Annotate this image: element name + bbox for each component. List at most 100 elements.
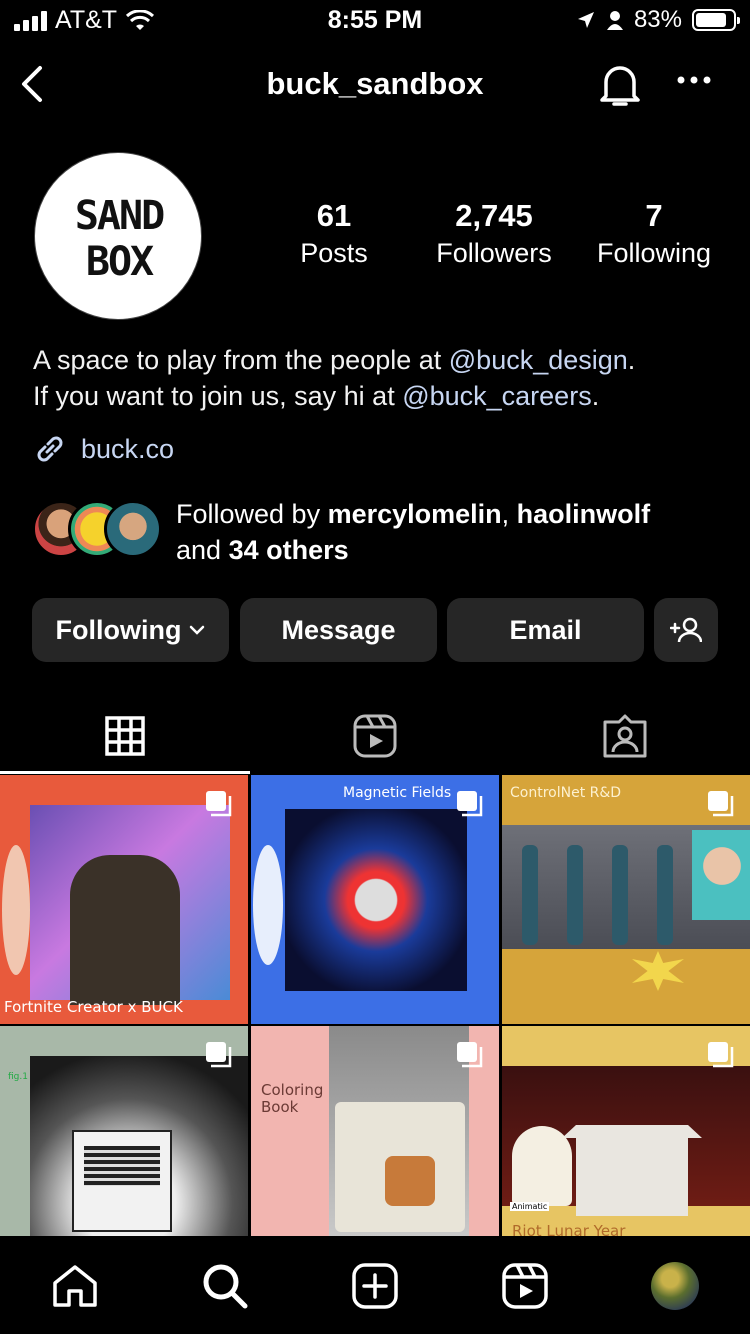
post-thumbnail[interactable]: ControlNet R&D — [502, 775, 750, 1024]
posts-label: Posts — [300, 238, 368, 268]
mutual-user: haolinwolf — [516, 499, 651, 529]
bio-text: If you want to join us, say hi at — [33, 381, 403, 411]
device-box — [72, 1130, 172, 1232]
nav-search[interactable] — [199, 1260, 251, 1312]
followers-value: 2,745 — [455, 198, 533, 233]
tagged-icon — [603, 714, 647, 758]
character-figure — [385, 1156, 435, 1206]
sandbox-logo: SAND BOX — [75, 193, 166, 285]
mutual-and: and — [176, 535, 229, 565]
post-image — [285, 809, 467, 991]
mutual-avatars — [32, 500, 162, 560]
profile-tabs — [0, 700, 750, 772]
posts-grid: Fortnite Creator x BUCK Magnetic Fields … — [0, 775, 750, 1237]
carousel-icon — [708, 1042, 734, 1068]
fig-oval — [253, 845, 283, 965]
mutual-line-2: and 34 others — [176, 532, 650, 568]
mutual-sep: , — [501, 499, 517, 529]
notifications-button[interactable] — [598, 62, 642, 113]
nav-reels[interactable] — [499, 1260, 551, 1312]
reels-icon — [353, 714, 397, 758]
nav-profile[interactable] — [649, 1260, 701, 1312]
bio-text: . — [627, 345, 636, 375]
website-link[interactable]: buck.co — [33, 432, 174, 466]
tab-indicator — [0, 771, 250, 774]
bell-icon — [600, 66, 640, 106]
location-icon — [577, 12, 594, 28]
more-icon — [677, 76, 711, 84]
reels-icon — [502, 1263, 548, 1309]
bio-text: . — [591, 381, 600, 411]
fig-label: Animatic — [510, 1202, 550, 1211]
plus-square-icon — [352, 1263, 398, 1309]
email-button-label: Email — [509, 614, 582, 645]
message-button[interactable]: Message — [240, 598, 437, 662]
bio-text: A space to play from the people at — [33, 345, 449, 375]
mutual-prefix: Followed by — [176, 499, 328, 529]
post-thumbnail[interactable]: Animatic Riot Lunar Year — [502, 1026, 750, 1237]
mutual-others: 34 others — [228, 535, 349, 565]
bottom-nav — [0, 1236, 750, 1334]
website-text: buck.co — [81, 433, 175, 464]
post-thumbnail[interactable]: Magnetic Fields — [251, 775, 499, 1024]
carousel-icon — [206, 1042, 232, 1068]
posts-count[interactable]: 61 Posts — [254, 198, 414, 269]
svg-text:SANDBOX: SAND BOX — [75, 193, 164, 285]
post-thumbnail[interactable]: fig.1 — [0, 1026, 248, 1237]
avatar — [651, 1262, 699, 1310]
following-value: 7 — [645, 198, 663, 233]
status-right: 83% — [576, 6, 740, 34]
starburst — [632, 951, 684, 991]
post-thumbnail[interactable]: Coloring Book — [251, 1026, 499, 1237]
status-bar: AT&T 8:55 PM 83% — [0, 0, 750, 40]
profile-avatar[interactable]: SAND BOX — [34, 152, 202, 320]
character-figure — [657, 845, 673, 945]
carousel-icon — [457, 791, 483, 817]
add-person-icon — [670, 617, 702, 643]
mutual-followers[interactable]: Followed by mercylomelin, haolinwolf and… — [32, 496, 732, 566]
character-figure — [70, 855, 180, 1005]
character-figure — [512, 1126, 572, 1206]
mention-link[interactable]: @buck_careers — [402, 381, 592, 411]
following-label: Following — [596, 238, 712, 268]
post-caption: Riot Lunar Year — [512, 1222, 626, 1237]
carousel-icon — [457, 1042, 483, 1068]
nav-home[interactable] — [49, 1260, 101, 1312]
post-thumbnail[interactable]: Fortnite Creator x BUCK — [0, 775, 248, 1024]
home-icon — [53, 1265, 97, 1307]
followers-count[interactable]: 2,745 Followers — [414, 198, 574, 269]
search-icon — [203, 1264, 248, 1309]
tab-reels[interactable] — [250, 700, 500, 772]
avatar — [104, 500, 162, 558]
following-count[interactable]: 7 Following — [574, 198, 734, 269]
post-caption: Fortnite Creator x BUCK — [4, 998, 183, 1016]
character-figure — [612, 845, 628, 945]
chevron-down-icon — [190, 625, 205, 635]
mutual-user: mercylomelin — [327, 499, 502, 529]
carousel-icon — [708, 791, 734, 817]
post-caption: Coloring Book — [261, 1081, 324, 1116]
more-options-button[interactable] — [676, 72, 712, 90]
following-button-label: Following — [55, 614, 182, 645]
tab-posts[interactable] — [0, 700, 250, 772]
mutual-line-1: Followed by mercylomelin, haolinwolf — [176, 496, 650, 532]
mutual-followers-text: Followed by mercylomelin, haolinwolf and… — [176, 496, 650, 568]
bio-line-2: If you want to join us, say hi at @buck_… — [33, 378, 635, 414]
posts-value: 61 — [316, 198, 352, 233]
link-icon — [37, 436, 63, 462]
nav-create[interactable] — [349, 1260, 401, 1312]
followers-label: Followers — [436, 238, 552, 268]
battery-percent: 83% — [633, 6, 682, 33]
tab-tagged[interactable] — [500, 700, 750, 772]
email-button[interactable]: Email — [447, 598, 644, 662]
following-button[interactable]: Following — [32, 598, 229, 662]
add-user-button[interactable] — [654, 598, 718, 662]
profile-header: buck_sandbox — [0, 50, 750, 120]
vent-grille — [84, 1146, 160, 1186]
bio-line-1: A space to play from the people at @buck… — [33, 342, 635, 378]
mention-link[interactable]: @buck_design — [449, 345, 628, 375]
carousel-icon — [206, 791, 232, 817]
character-figure — [522, 845, 538, 945]
message-button-label: Message — [281, 614, 396, 645]
character-figure — [567, 845, 583, 945]
